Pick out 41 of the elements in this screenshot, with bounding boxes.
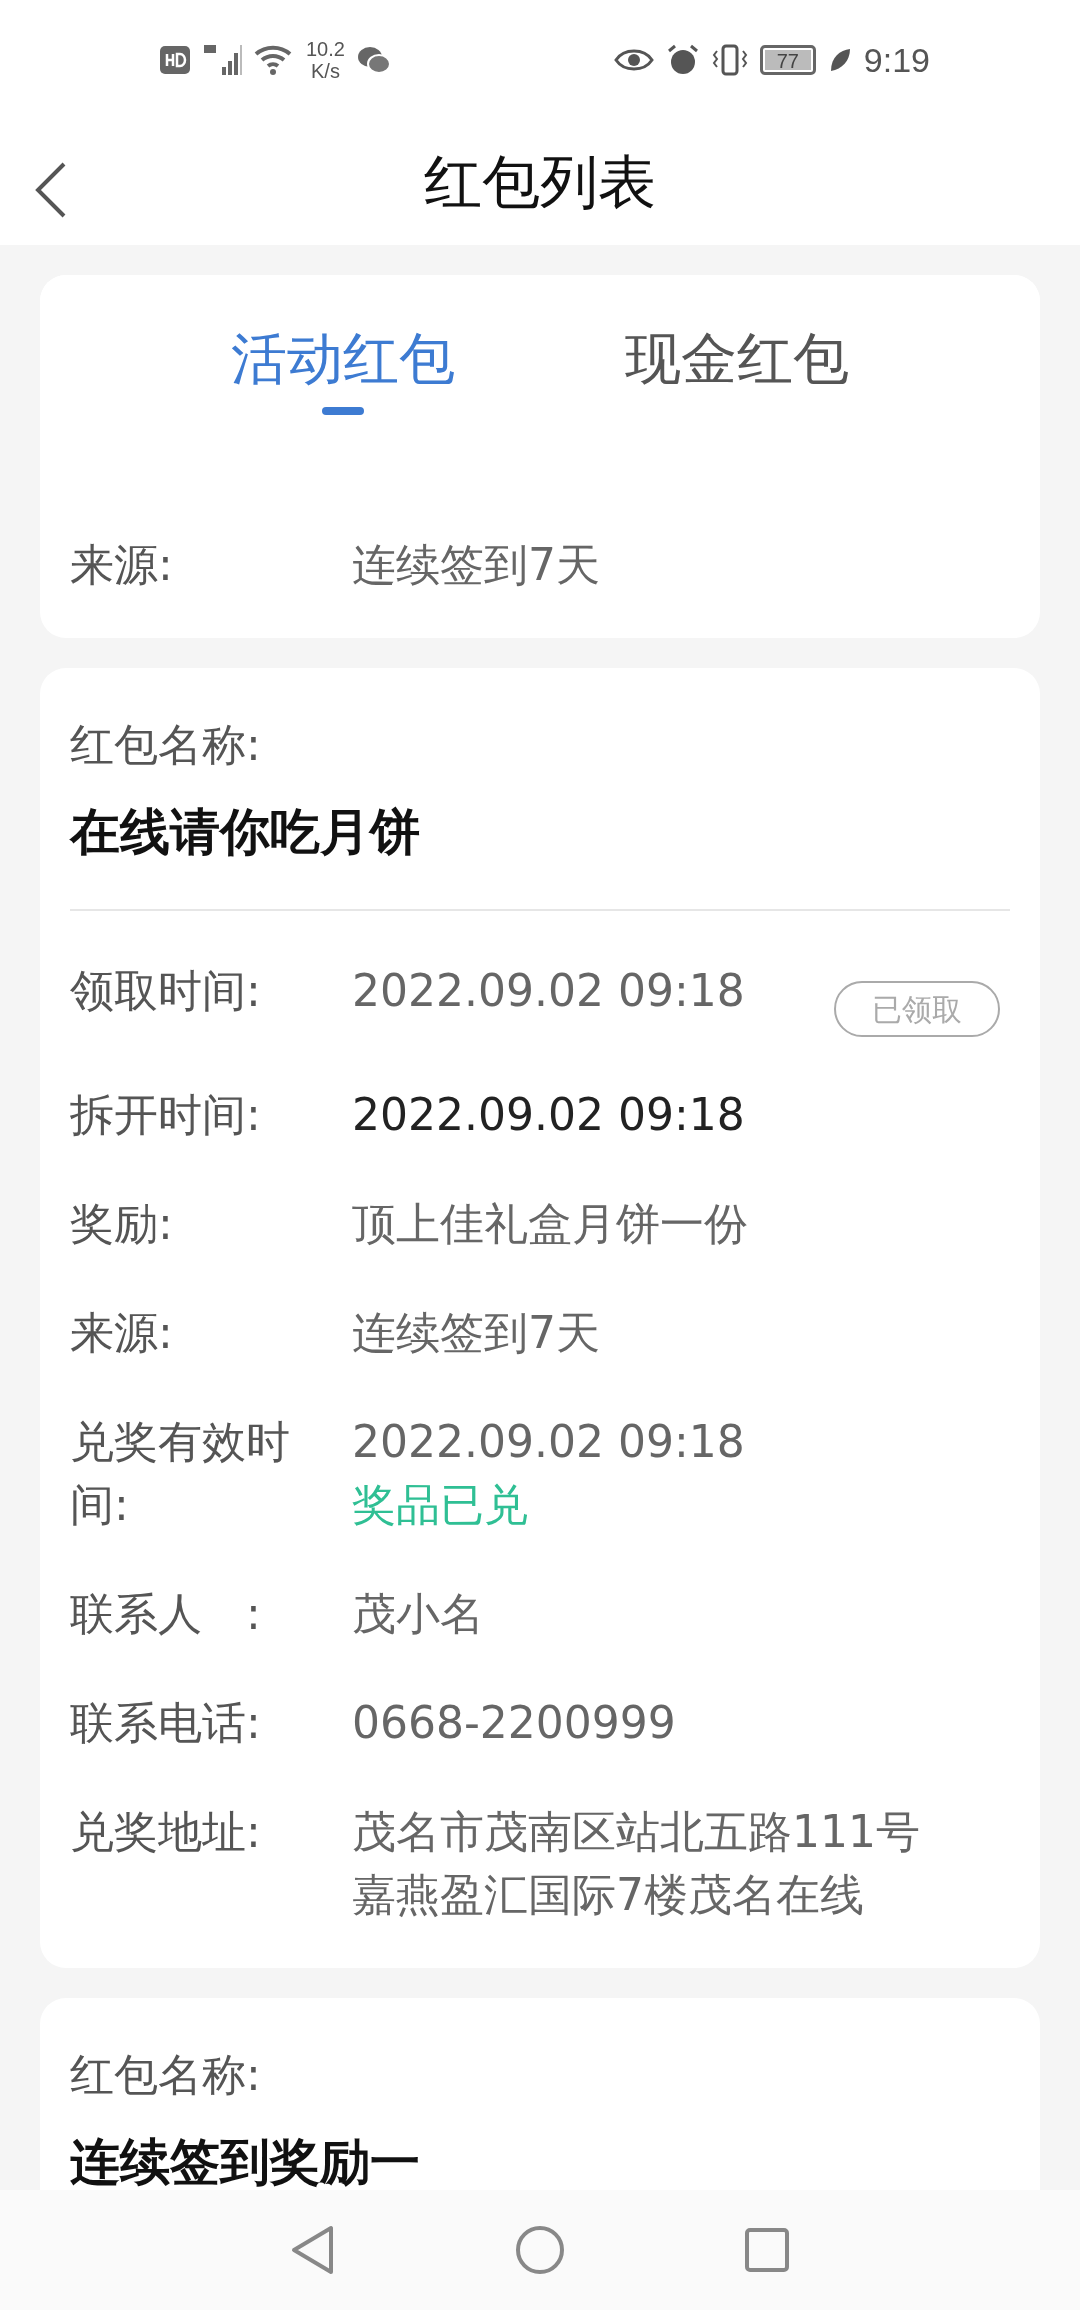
field-label: 来源: — [70, 538, 174, 592]
field-value: 2022.09.02 09:18 — [352, 964, 745, 1018]
status-badge: 已领取 — [834, 981, 1000, 1037]
field-label: 联系电话: — [70, 1696, 262, 1750]
field-label: 兑奖有效时间: — [70, 1415, 291, 1532]
eye-icon — [613, 47, 654, 73]
wifi-icon — [254, 44, 294, 76]
field-value: 0668-2200999 — [352, 1696, 676, 1750]
battery-level: 77 — [764, 50, 811, 70]
field-label: 兑奖地址: — [70, 1805, 262, 1859]
tab[interactable]: 活动红包 — [231, 275, 455, 445]
field-value: 2022.09.02 09:18 — [352, 1415, 745, 1469]
back-icon[interactable] — [291, 2225, 335, 2275]
signal-icon — [202, 43, 242, 77]
speed-unit: K/s — [311, 60, 340, 82]
hd-icon — [160, 46, 190, 74]
field-value: 2022.09.02 09:18 — [352, 1088, 745, 1142]
status-note: 奖品已兑 — [352, 1478, 529, 1532]
clock-time: 9:19 — [863, 40, 930, 80]
tab[interactable]: 现金红包 — [625, 275, 849, 445]
vibrate-icon — [711, 43, 748, 77]
field-label: 拆开时间: — [70, 1088, 262, 1142]
name-label: 红包名称: — [70, 718, 262, 772]
packet-name: 连续签到奖励一 — [70, 2132, 421, 2190]
field-value: 连续签到7天 — [352, 1306, 600, 1360]
field-value: 连续签到7天 — [352, 538, 600, 592]
name-label: 红包名称: — [70, 2048, 262, 2102]
field-value: 顶上佳礼盒月饼一份 — [352, 1197, 748, 1251]
field-label: 联系人 : — [70, 1587, 262, 1641]
field-value: 茂名市茂南区站北五路111号嘉燕盈汇国际7楼茂名在线 — [352, 1805, 921, 1922]
packet-name: 在线请你吃月饼 — [70, 802, 421, 863]
home-icon[interactable] — [515, 2225, 565, 2275]
network-speed: 10.2 — [306, 38, 345, 60]
alarm-icon — [665, 43, 700, 77]
field-label: 奖励: — [70, 1197, 174, 1251]
recent-apps-icon[interactable] — [745, 2228, 789, 2272]
field-label: 来源: — [70, 1306, 174, 1360]
field-value: 茂小名 — [352, 1587, 484, 1641]
field-label: 领取时间: — [70, 964, 262, 1018]
chat-icon — [356, 45, 391, 75]
page-title: 红包列表 — [424, 146, 656, 218]
